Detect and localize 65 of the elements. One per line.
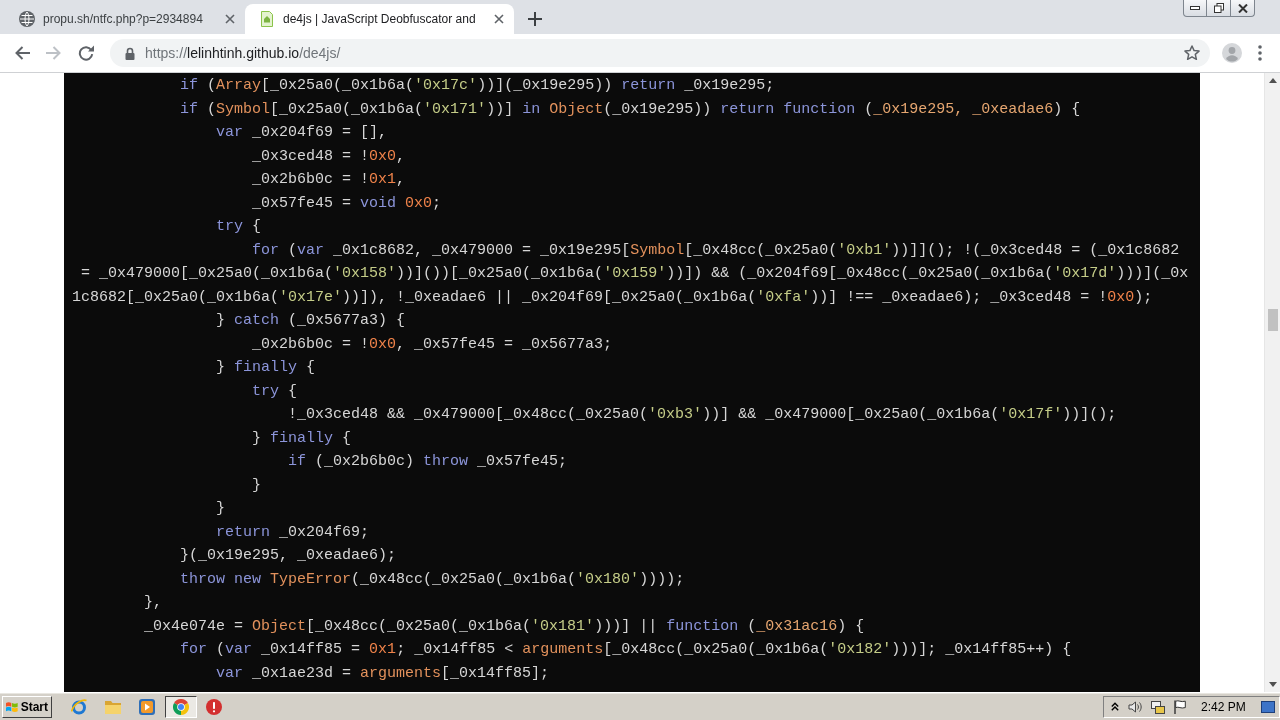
- close-button[interactable]: [1230, 0, 1255, 17]
- clock: 2:42 PM: [1201, 699, 1246, 714]
- code-line: }: [252, 476, 262, 494]
- code-line: _0x3ced48 = !0x0,: [252, 147, 406, 165]
- scroll-down-icon[interactable]: [1268, 682, 1277, 687]
- minimize-icon: [1190, 6, 1200, 10]
- code-line: if (Array[_0x25a0(_0x1b6a('0x17c'))](_0x19e295)) return _0x19e295;: [180, 77, 775, 94]
- star-icon[interactable]: [1184, 45, 1200, 61]
- code-line: } finally {: [252, 429, 352, 447]
- code-line: if (Symbol[_0x25a0(_0x1b6a('0x171'))] in Object(_0x19e295)) return function (_0x19e295, _0xeadae6) {: [180, 100, 1081, 118]
- code-line: for (var _0x14ff85 = 0x1; _0x14ff85 < arguments[_0x48cc(_0x25a0(_0x1b6a('0x182')))]; _0x14ff85++) {: [180, 641, 1072, 658]
- speaker-icon[interactable]: [1128, 699, 1142, 714]
- plus-icon[interactable]: [527, 12, 542, 26]
- restore-icon: [1213, 3, 1224, 13]
- code-line: try {: [252, 382, 298, 400]
- code-line: _0x2b6b0c = !0x0, _0x57fe45 = _0x5677a3;: [252, 335, 613, 353]
- code-line: try {: [216, 218, 262, 235]
- code-line: _0x57fe45 = void 0x0;: [252, 194, 442, 212]
- chevron-up-icon[interactable]: [1111, 702, 1119, 711]
- code-line: if (_0x2b6b0c) throw _0x57fe45;: [288, 453, 568, 470]
- code-line: } finally {: [216, 359, 316, 376]
- code-line: !_0x3ced48 && _0x479000[_0x48cc(_0x25a0('0xb3'))] && _0x479000[_0x25a0(_0x1b6a('0x17f'))]();: [288, 406, 1117, 423]
- address-bar[interactable]: https://lelinhtinh.github.io/de4js/: [110, 39, 1210, 67]
- tab-title: propu.sh/ntfc.php?p=2934894: [43, 12, 204, 26]
- code-line: _0x4e074e = Object[_0x48cc(_0x25a0(_0x1b6a('0x181')))] || function (_0x31ac16) {: [144, 617, 865, 635]
- back-icon[interactable]: [14, 45, 30, 61]
- alert-icon[interactable]: [206, 698, 222, 715]
- flag-icon[interactable]: [1174, 699, 1186, 714]
- code-line: return _0x204f69;: [216, 523, 370, 541]
- start-logo-icon: [6, 699, 18, 714]
- browser-tab[interactable]: de4js | JavaScript Deobfuscator and: [245, 4, 514, 34]
- globe-icon: [19, 11, 35, 27]
- minimize-button[interactable]: [1183, 0, 1207, 17]
- play-icon[interactable]: [139, 698, 155, 715]
- close-icon[interactable]: [493, 14, 504, 24]
- tab-title: de4js | JavaScript Deobfuscator and: [283, 12, 477, 26]
- scrollbar-thumb[interactable]: [1267, 309, 1278, 331]
- browser-icon[interactable]: [71, 698, 87, 715]
- lock-icon: [125, 46, 135, 60]
- code-line: = _0x479000[_0x25a0(_0x1b6a('0x158'))]())[_0x25a0(_0x1b6a('0x159'))]) && (_0x204f69[_0x48cc(_0x25a0(_0x1b6a('0x17d')))](_0x: [81, 265, 1189, 282]
- browser-tab[interactable]: propu.sh/ntfc.php?p=2934894: [8, 4, 245, 34]
- scrollbar[interactable]: [1264, 73, 1280, 692]
- code-line: }: [216, 500, 226, 517]
- close-icon[interactable]: [225, 14, 235, 24]
- show-desktop-icon[interactable]: [1261, 700, 1275, 713]
- code-line: var _0x204f69 = [],: [216, 124, 388, 141]
- round-logo-icon: [173, 698, 189, 715]
- network-icon[interactable]: [1151, 699, 1165, 714]
- code-line: 1c8682[_0x25a0(_0x1b6a('0x17e'))]), !_0xeadae6 || _0x204f69[_0x25a0(_0x1b6a('0xfa'))] !== _0xeadae6); _0x3ced48 = !0x0);: [72, 288, 1153, 306]
- scroll-up-icon[interactable]: [1268, 78, 1277, 83]
- code-line: } catch (_0x5677a3) {: [216, 312, 406, 329]
- taskbar-button[interactable]: [165, 695, 197, 718]
- close-icon: [1237, 3, 1248, 13]
- code-line: _0x2b6b0c = !0x1,: [252, 171, 406, 188]
- code-line: },: [144, 594, 163, 611]
- url-text: https://lelinhtinh.github.io/de4js/: [145, 45, 341, 61]
- code-line: var _0x1ae23d = arguments[_0x14ff85];: [216, 664, 550, 682]
- reload-icon[interactable]: [78, 45, 94, 61]
- code-line: }(_0x19e295, _0xeadae6);: [180, 547, 397, 564]
- menu-icon[interactable]: [1258, 45, 1262, 61]
- start-button[interactable]: Start: [2, 695, 52, 718]
- code-line: for (var _0x1c8682, _0x479000 = _0x19e295[Symbol[_0x48cc(_0x25a0('0xb1'))]](); !(_0x3ced48 = (_0x1c8682: [252, 241, 1180, 259]
- restore-button[interactable]: [1206, 0, 1231, 17]
- code-line: throw new TypeError(_0x48cc(_0x25a0(_0x1b6a('0x180'))));: [180, 570, 685, 588]
- page-icon: [259, 11, 275, 27]
